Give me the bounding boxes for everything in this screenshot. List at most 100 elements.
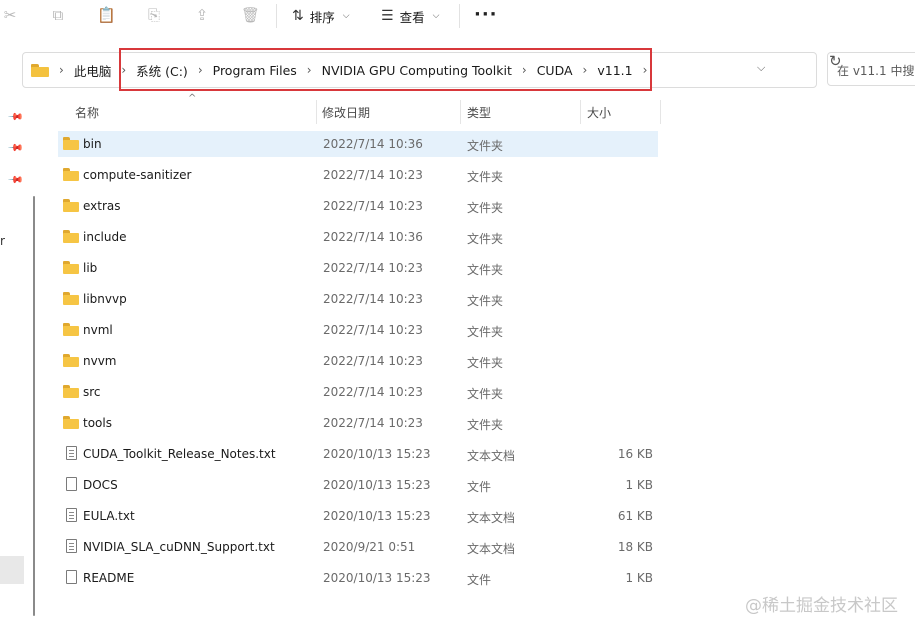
column-divider[interactable] xyxy=(580,100,581,124)
column-divider[interactable] xyxy=(316,100,317,124)
file-name: NVIDIA_SLA_cuDNN_Support.txt xyxy=(83,540,275,554)
file-date: 2022/7/14 10:23 xyxy=(323,168,423,182)
file-type: 文件夹 xyxy=(467,325,504,339)
folder-icon xyxy=(63,199,79,215)
file-type: 文件 xyxy=(467,573,492,587)
view-icon: ☰ xyxy=(381,8,394,24)
file-size: 61 KB xyxy=(617,509,653,523)
file-date: 2022/7/14 10:36 xyxy=(323,137,423,151)
file-row[interactable]: tools 2022/7/14 10:23 文件夹 xyxy=(58,410,658,436)
text-document-icon xyxy=(66,508,77,525)
file-type: 文件 xyxy=(467,480,492,494)
file-type: 文本文档 xyxy=(467,511,516,525)
file-row[interactable]: CUDA_Toolkit_Release_Notes.txt 2020/10/13… xyxy=(58,441,658,467)
breadcrumb-this-pc[interactable]: 此电脑 xyxy=(74,61,112,80)
file-row[interactable]: compute-sanitizer 2022/7/14 10:23 文件夹 xyxy=(58,162,658,188)
view-label: 查看 xyxy=(399,9,425,25)
file-name: nvvm xyxy=(83,354,117,368)
sort-label: 排序 xyxy=(309,9,335,25)
share-icon[interactable]: ⇪ xyxy=(193,6,211,24)
file-size: 18 KB xyxy=(617,540,653,554)
file-name: include xyxy=(83,230,127,244)
file-name: DOCS xyxy=(83,478,118,492)
more-options-button[interactable]: ··· xyxy=(474,4,498,25)
file-row[interactable]: EULA.txt 2020/10/13 15:23 文本文档 61 KB xyxy=(58,503,658,529)
folder-icon xyxy=(63,137,79,153)
file-row[interactable]: README 2020/10/13 15:23 文件 1 KB xyxy=(58,565,658,591)
file-date: 2020/10/13 15:23 xyxy=(323,571,431,585)
file-row[interactable]: extras 2022/7/14 10:23 文件夹 xyxy=(58,193,658,219)
file-size: 16 KB xyxy=(617,447,653,461)
column-header-type[interactable]: 类型 xyxy=(467,104,491,121)
file-row[interactable]: DOCS 2020/10/13 15:23 文件 1 KB xyxy=(58,472,658,498)
file-icon xyxy=(66,570,77,587)
rename-icon[interactable]: ⎘ xyxy=(145,6,163,24)
search-placeholder: 在 v11.1 中搜索 xyxy=(837,64,915,78)
file-type: 文件夹 xyxy=(467,232,504,246)
delete-icon[interactable]: 🗑 xyxy=(241,6,260,24)
file-row[interactable]: src 2022/7/14 10:23 文件夹 xyxy=(58,379,658,405)
chevron-down-icon: ⌵ xyxy=(342,11,350,21)
expand-arrow-icon[interactable]: r xyxy=(0,234,5,248)
file-type: 文件夹 xyxy=(467,387,504,401)
view-button[interactable]: ☰ 查看 ⌵ xyxy=(381,6,439,26)
nav-scrollbar[interactable] xyxy=(33,196,35,616)
file-type: 文本文档 xyxy=(467,449,516,463)
file-row[interactable]: include 2022/7/14 10:36 文件夹 xyxy=(58,224,658,250)
file-row[interactable]: nvvm 2022/7/14 10:23 文件夹 xyxy=(58,348,658,374)
file-date: 2020/9/21 0:51 xyxy=(323,540,416,554)
file-type: 文件夹 xyxy=(467,418,504,432)
cut-icon[interactable]: ✂ xyxy=(1,6,19,24)
file-type: 文件夹 xyxy=(467,139,504,153)
chevron-down-icon: ⌵ xyxy=(432,11,440,21)
search-input[interactable]: 在 v11.1 中搜索 xyxy=(827,52,915,86)
file-size: 1 KB xyxy=(625,571,653,585)
file-date: 2022/7/14 10:23 xyxy=(323,354,423,368)
file-type: 文件夹 xyxy=(467,201,504,215)
file-type: 文件夹 xyxy=(467,294,504,308)
navigation-pane: 📌 📌 📌 r xyxy=(0,100,38,620)
file-list: ^ 名称 修改日期 类型 大小 bin 2022/7/14 10:36 文件夹 com… xyxy=(58,93,915,620)
file-date: 2020/10/13 15:23 xyxy=(323,447,431,461)
column-header-row: ^ 名称 修改日期 类型 大小 xyxy=(58,93,661,124)
file-date: 2022/7/14 10:23 xyxy=(323,261,423,275)
file-date: 2020/10/13 15:23 xyxy=(323,509,431,523)
column-header-date[interactable]: 修改日期 xyxy=(322,104,370,121)
toolbar-divider xyxy=(459,4,460,28)
text-document-icon xyxy=(66,446,77,463)
copy-icon[interactable]: ⧉ xyxy=(49,6,67,24)
file-type: 文件夹 xyxy=(467,263,504,277)
file-name: EULA.txt xyxy=(83,509,135,523)
file-row[interactable]: bin 2022/7/14 10:36 文件夹 xyxy=(58,131,658,157)
file-date: 2020/10/13 15:23 xyxy=(323,478,431,492)
column-header-name[interactable]: 名称 xyxy=(75,104,99,121)
file-row[interactable]: nvml 2022/7/14 10:23 文件夹 xyxy=(58,317,658,343)
paste-icon[interactable]: 📋 xyxy=(97,6,116,24)
pin-icon: 📌 xyxy=(6,140,24,157)
sort-button[interactable]: ⇅ 排序 ⌵ xyxy=(292,6,350,26)
file-icon xyxy=(66,477,77,494)
file-name: tools xyxy=(83,416,112,430)
folder-icon xyxy=(63,323,79,339)
chevron-right-icon[interactable]: › xyxy=(59,63,64,77)
file-date: 2022/7/14 10:36 xyxy=(323,230,423,244)
column-header-size[interactable]: 大小 xyxy=(587,104,611,121)
pin-icon: 📌 xyxy=(6,172,24,189)
nav-selected-item[interactable] xyxy=(0,556,24,584)
pin-icon: 📌 xyxy=(6,109,24,126)
file-row[interactable]: lib 2022/7/14 10:23 文件夹 xyxy=(58,255,658,281)
sort-ascending-icon: ^ xyxy=(188,93,197,104)
file-date: 2022/7/14 10:23 xyxy=(323,199,423,213)
file-row[interactable]: NVIDIA_SLA_cuDNN_Support.txt 2020/9/21 0:… xyxy=(58,534,658,560)
file-name: bin xyxy=(83,137,102,151)
column-divider[interactable] xyxy=(460,100,461,124)
column-divider[interactable] xyxy=(660,100,661,124)
folder-icon xyxy=(63,261,79,277)
folder-icon xyxy=(63,292,79,308)
file-type: 文本文档 xyxy=(467,542,516,556)
address-history-chevron-icon[interactable]: ⌵ xyxy=(757,61,765,75)
file-date: 2022/7/14 10:23 xyxy=(323,292,423,306)
file-name: CUDA_Toolkit_Release_Notes.txt xyxy=(83,447,276,461)
folder-icon xyxy=(63,385,79,401)
file-row[interactable]: libnvvp 2022/7/14 10:23 文件夹 xyxy=(58,286,658,312)
